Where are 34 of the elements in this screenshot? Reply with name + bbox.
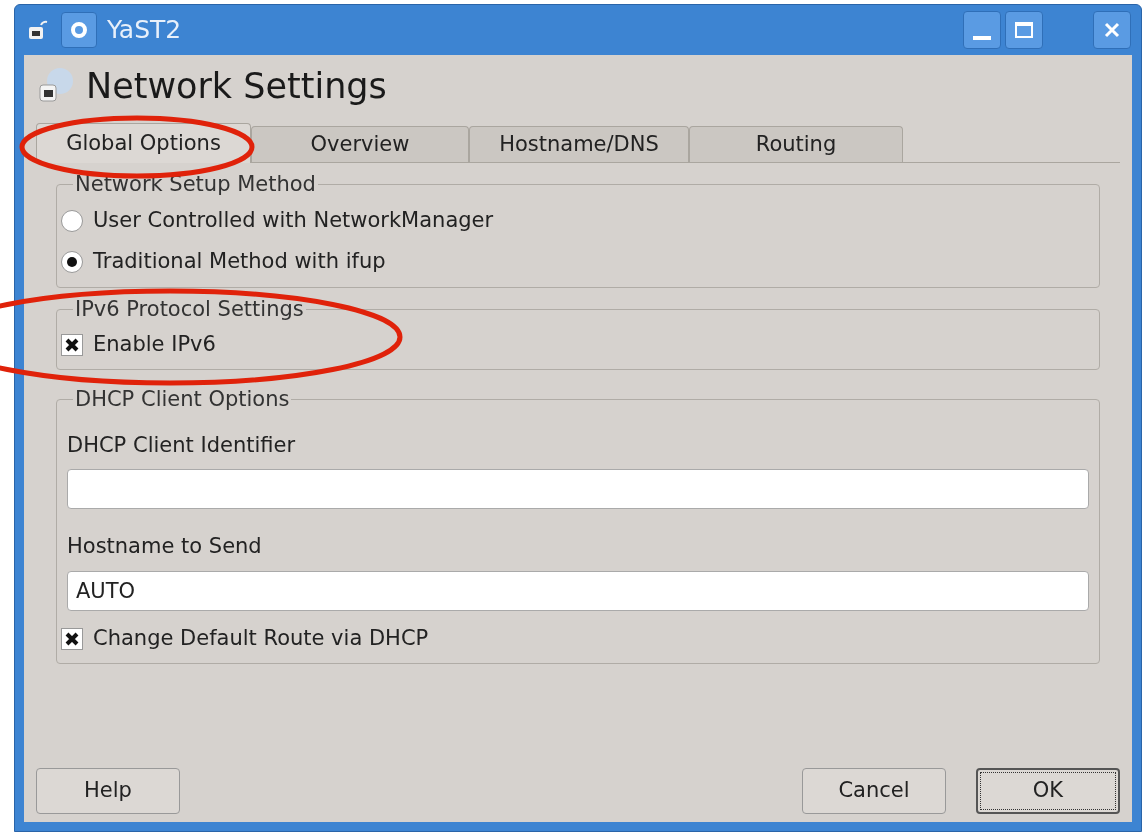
tab[interactable]: Overview [251,126,469,162]
radio-button[interactable] [61,251,83,273]
tab[interactable]: Routing [689,126,903,162]
field-label: Hostname to Send [67,533,263,560]
radio-label[interactable]: Traditional Method with ifup [93,246,386,278]
group-title: IPv6 Protocol Settings [74,295,305,323]
close-button[interactable] [1093,11,1131,49]
checkbox-label[interactable]: Enable IPv6 [93,329,216,361]
window-menu-button[interactable] [61,12,97,48]
check-icon [64,337,80,353]
input-field[interactable]: AUTO [67,570,1089,611]
tab[interactable]: Hostname/DNS [469,126,689,162]
radio-button[interactable] [61,210,83,232]
checkbox[interactable] [61,627,83,650]
checkbox-label[interactable]: Change Default Route via DHCP [93,622,429,655]
maximize-button[interactable] [1005,11,1043,49]
tab[interactable]: Global Options [36,123,251,163]
maximize-icon [1015,22,1033,38]
page-heading: Network Settings [86,64,387,108]
dialog-button[interactable]: Cancel [802,768,946,814]
circle-icon [70,21,88,39]
group-title: Network Setup Method [74,171,317,198]
field-label: DHCP Client Identifier [67,431,297,459]
minimize-icon [973,36,991,40]
check-icon [64,630,80,647]
window-title: YaST2 [107,14,182,47]
dialog-button[interactable]: OK [976,768,1120,814]
close-icon [1103,21,1121,39]
radio-label[interactable]: User Controlled with NetworkManager [93,205,494,237]
group-title: DHCP Client Options [74,386,291,413]
dialog-button[interactable]: Help [36,768,180,814]
input-field[interactable] [67,469,1089,509]
checkbox[interactable] [61,334,83,356]
minimize-button[interactable] [963,11,1001,49]
